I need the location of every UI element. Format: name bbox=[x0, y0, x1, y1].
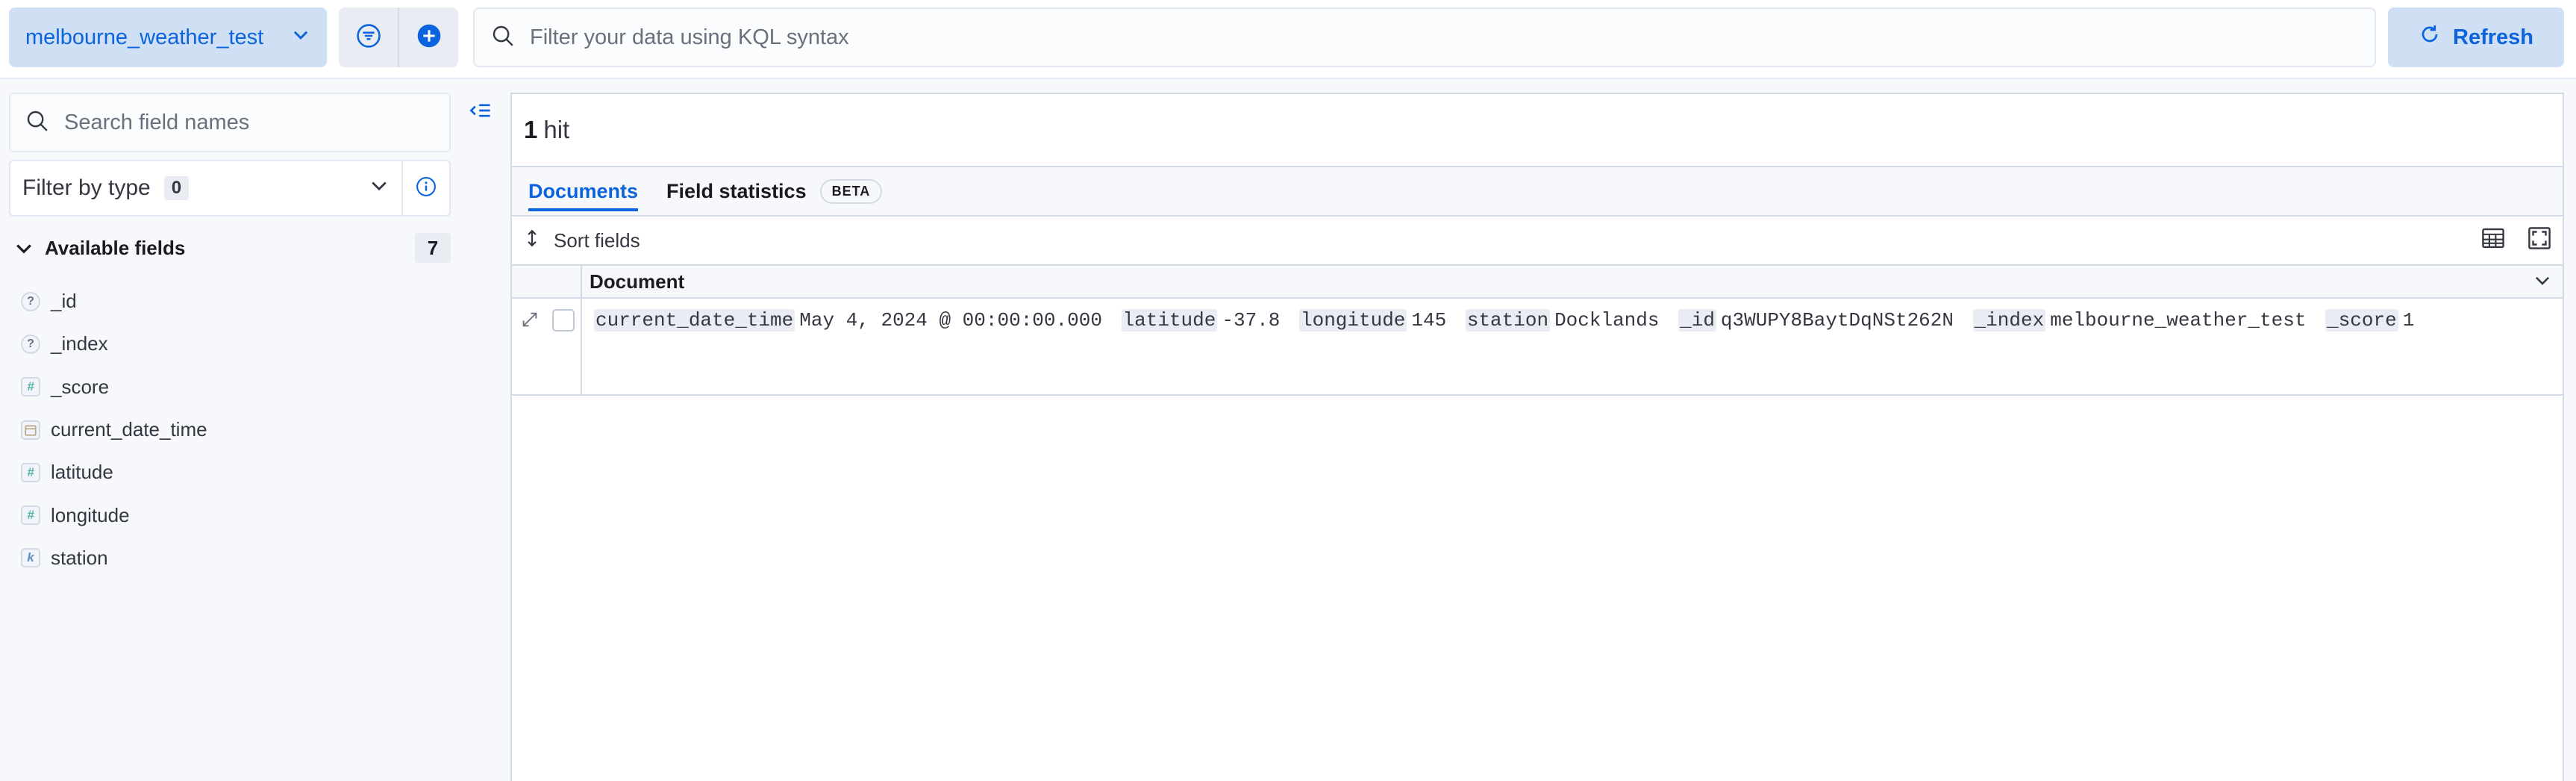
field-item-id[interactable]: ? _id bbox=[21, 280, 439, 323]
doc-field-key: _index bbox=[1972, 309, 2046, 332]
available-fields-count: 7 bbox=[415, 233, 451, 263]
field-item-latitude[interactable]: # latitude bbox=[21, 451, 439, 494]
fullscreen-icon bbox=[2527, 226, 2552, 255]
plus-circle-icon bbox=[416, 23, 442, 52]
filter-by-type-button[interactable]: Filter by type 0 bbox=[10, 161, 401, 215]
hits-counter: 1 hit bbox=[512, 94, 2563, 167]
field-name: longitude bbox=[51, 503, 130, 526]
chevron-down-icon[interactable] bbox=[2533, 270, 2563, 293]
sort-fields-label: Sort fields bbox=[554, 228, 640, 252]
add-filter-button[interactable] bbox=[399, 7, 458, 67]
sort-fields-button[interactable]: Sort fields bbox=[524, 228, 640, 253]
field-search-input[interactable] bbox=[63, 109, 449, 136]
doc-field-key: _score bbox=[2325, 309, 2398, 332]
expand-icon bbox=[519, 312, 540, 333]
row-checkbox[interactable] bbox=[552, 309, 575, 332]
refresh-button[interactable]: Refresh bbox=[2388, 7, 2564, 67]
field-list: ? _id ? _index # _score current_date_tim… bbox=[21, 280, 439, 579]
doc-field-value: q3WUPY8BaytDqNSt262N bbox=[1720, 309, 1954, 332]
refresh-label: Refresh bbox=[2453, 25, 2533, 49]
beta-badge: BETA bbox=[819, 178, 883, 204]
chevron-down-icon bbox=[13, 237, 34, 258]
fullscreen-button[interactable] bbox=[2527, 225, 2552, 256]
field-name: current_date_time bbox=[51, 418, 207, 441]
kql-query-input[interactable] bbox=[528, 24, 2375, 51]
doc-field-key: station bbox=[1465, 309, 1551, 332]
filter-menu-button[interactable] bbox=[339, 7, 398, 67]
doc-field-key: current_date_time bbox=[594, 309, 795, 332]
field-types-help-button[interactable] bbox=[401, 161, 449, 215]
calendar-icon bbox=[21, 420, 40, 440]
data-view-name: melbourne_weather_test bbox=[25, 25, 264, 49]
query-actions bbox=[339, 7, 458, 67]
hits-count: 1 bbox=[524, 116, 538, 143]
number-type-icon: # bbox=[21, 377, 40, 397]
number-type-icon: # bbox=[21, 505, 40, 526]
results-panel: 1 hit Documents Field statistics BETA So… bbox=[510, 93, 2564, 781]
row-controls bbox=[512, 299, 582, 394]
doc-field-value: 1 bbox=[2402, 309, 2415, 332]
unknown-type-icon: ? bbox=[21, 291, 40, 311]
menu-left-icon bbox=[467, 104, 494, 127]
field-search[interactable] bbox=[9, 93, 451, 152]
available-fields-toggle[interactable]: Available fields 7 bbox=[13, 233, 451, 263]
doc-field-value: -37.8 bbox=[1222, 309, 1281, 332]
keyword-type-icon: k bbox=[21, 548, 40, 568]
doc-field-value: Docklands bbox=[1554, 309, 1660, 332]
doc-field-key: longitude bbox=[1298, 309, 1407, 332]
doc-field-value: May 4, 2024 @ 00:00:00.000 bbox=[799, 309, 1102, 332]
field-name: _id bbox=[51, 290, 77, 313]
search-icon bbox=[491, 24, 515, 52]
grid-header: Document bbox=[512, 264, 2563, 299]
expand-row-button[interactable] bbox=[519, 309, 540, 334]
field-item-current-date-time[interactable]: current_date_time bbox=[21, 408, 439, 451]
control-column-header bbox=[512, 266, 582, 297]
filter-count-badge: 0 bbox=[163, 176, 190, 200]
available-fields-label: Available fields bbox=[45, 236, 186, 259]
field-item-longitude[interactable]: # longitude bbox=[21, 494, 439, 536]
field-item-station[interactable]: k station bbox=[21, 537, 439, 579]
chevron-down-icon bbox=[369, 175, 390, 202]
data-view-picker[interactable]: melbourne_weather_test bbox=[9, 7, 327, 67]
field-item-score[interactable]: # _score bbox=[21, 366, 439, 408]
collapse-sidebar-button[interactable] bbox=[467, 97, 494, 128]
kql-query-bar[interactable] bbox=[473, 7, 2376, 67]
hits-label: hit bbox=[543, 116, 570, 143]
filter-by-type: Filter by type 0 bbox=[9, 160, 451, 217]
number-type-icon: # bbox=[21, 462, 40, 482]
chevron-down-icon bbox=[291, 25, 310, 50]
filter-icon bbox=[356, 23, 381, 52]
field-item-index[interactable]: ? _index bbox=[21, 323, 439, 365]
search-icon bbox=[25, 109, 49, 137]
field-name: _score bbox=[51, 375, 110, 398]
tab-documents[interactable]: Documents bbox=[528, 167, 639, 216]
filter-by-type-label: Filter by type bbox=[22, 175, 151, 200]
doc-field-value: melbourne_weather_test bbox=[2050, 309, 2307, 332]
info-icon bbox=[416, 176, 437, 201]
table-icon bbox=[2480, 228, 2506, 255]
grid-density-button[interactable] bbox=[2480, 225, 2506, 256]
sort-icon bbox=[524, 228, 540, 253]
document-summary: current_date_time May 4, 2024 @ 00:00:00.… bbox=[582, 299, 2422, 394]
view-tabs: Documents Field statistics BETA bbox=[512, 167, 2563, 217]
field-name: latitude bbox=[51, 461, 113, 484]
grid-toolbar: Sort fields bbox=[512, 217, 2563, 264]
unknown-type-icon: ? bbox=[21, 334, 40, 354]
doc-field-key: _id bbox=[1678, 309, 1716, 332]
top-bar: melbourne_weather_test Refresh bbox=[0, 0, 2576, 79]
table-row: current_date_time May 4, 2024 @ 00:00:00.… bbox=[512, 299, 2563, 396]
doc-field-value: 145 bbox=[1411, 309, 1447, 332]
field-name: _index bbox=[51, 332, 108, 355]
field-name: station bbox=[51, 546, 108, 569]
document-column-header[interactable]: Document bbox=[582, 270, 2533, 293]
doc-field-key: latitude bbox=[1121, 309, 1218, 332]
tab-field-statistics[interactable]: Field statistics bbox=[666, 167, 807, 216]
refresh-icon bbox=[2419, 23, 2441, 52]
